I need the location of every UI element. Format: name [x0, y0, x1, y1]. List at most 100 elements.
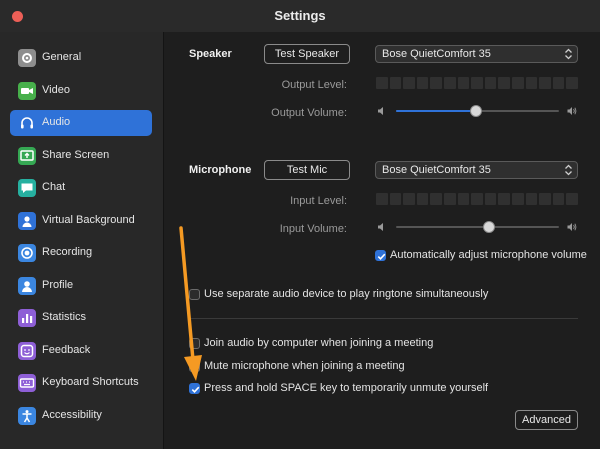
video-camera-icon	[18, 81, 36, 100]
push-to-talk-label: Press and hold SPACE key to temporarily …	[204, 382, 489, 394]
sidebar-item-statistics[interactable]: Statistics	[10, 305, 152, 331]
input-volume-slider[interactable]	[396, 220, 559, 234]
level-segment	[443, 193, 456, 205]
sidebar-item-keyboard-shortcuts[interactable]: Keyboard Shortcuts	[10, 370, 152, 396]
sidebar-item-video[interactable]: Video	[10, 78, 152, 104]
output-volume-slider[interactable]	[396, 104, 559, 118]
sidebar-item-audio[interactable]: Audio	[10, 110, 152, 136]
input-volume-label: Input Volume:	[279, 223, 347, 235]
sidebar-item-label: Statistics	[42, 311, 87, 323]
speaker-section-label: Speaker	[189, 48, 232, 60]
sidebar-item-profile[interactable]: Profile	[10, 273, 152, 299]
level-segment	[416, 77, 429, 89]
level-segment	[484, 193, 497, 205]
volume-low-icon	[378, 223, 383, 231]
level-segment	[566, 77, 578, 89]
level-segment	[376, 193, 388, 205]
sidebar-item-label: General	[42, 51, 82, 63]
slider-knob[interactable]	[469, 105, 482, 117]
sidebar-item-accessibility[interactable]: Accessibility	[10, 403, 152, 429]
accessibility-icon	[18, 406, 36, 425]
level-segment	[552, 193, 565, 205]
chat-bubble-icon	[18, 179, 36, 197]
checkmark-icon	[377, 253, 386, 260]
sidebar-item-label: Feedback	[42, 343, 91, 356]
sidebar-item-virtual-background[interactable]: Virtual Background	[10, 208, 152, 234]
speaker-device-value: Bose QuietComfort 35	[382, 48, 491, 60]
mute-mic-label: Mute microphone when joining a meeting	[204, 360, 405, 372]
level-segment	[511, 193, 524, 205]
auto-adjust-checkbox[interactable]	[375, 250, 386, 261]
test-mic-button[interactable]: Test Mic	[264, 160, 350, 180]
audio-settings-panel: Speaker Test Speaker Bose QuietComfort 3…	[165, 32, 600, 449]
volume-high-icon	[567, 107, 577, 115]
level-segment	[525, 77, 538, 89]
share-screen-icon	[18, 146, 36, 165]
level-segment	[403, 193, 415, 205]
level-segment	[403, 77, 415, 89]
level-segment	[484, 77, 497, 89]
push-to-talk-checkbox[interactable]	[189, 383, 200, 394]
level-segment	[471, 193, 483, 205]
level-segment	[498, 77, 510, 89]
output-level-label: Output Level:	[281, 79, 347, 91]
sidebar-item-feedback[interactable]: Feedback	[10, 338, 152, 364]
sidebar-item-chat[interactable]: Chat	[10, 175, 152, 201]
level-segment	[389, 77, 402, 89]
record-icon	[18, 244, 36, 262]
microphone-section-label: Microphone	[189, 164, 252, 176]
sidebar-item-general[interactable]: General	[10, 45, 152, 71]
sidebar-item-label: Keyboard Shortcuts	[42, 376, 139, 388]
level-segment	[457, 193, 470, 205]
slider-fill	[396, 226, 489, 228]
chevron-updown-icon	[565, 164, 572, 176]
sidebar-item-label: Audio	[42, 116, 71, 128]
volume-high-icon	[567, 223, 577, 231]
sidebar-item-label: Share Screen	[42, 148, 110, 161]
advanced-button[interactable]: Advanced	[515, 410, 578, 430]
profile-icon	[18, 276, 36, 295]
slider-knob[interactable]	[482, 221, 495, 233]
sidebar-item-share-screen[interactable]: Share Screen	[10, 143, 152, 169]
volume-low-icon	[378, 107, 383, 115]
sidebar: General Video Audio Share Screen Chat Virtual…	[0, 32, 164, 449]
test-speaker-button[interactable]: Test Speaker	[264, 44, 350, 64]
level-segment	[389, 193, 402, 205]
level-segment	[511, 77, 524, 89]
auto-adjust-label: Automatically adjust microphone volume	[390, 249, 587, 261]
speaker-device-select[interactable]: Bose QuietComfort 35	[375, 45, 578, 63]
separate-ringtone-checkbox[interactable]	[189, 289, 200, 300]
level-segment	[539, 77, 551, 89]
microphone-device-value: Bose QuietComfort 35	[382, 164, 491, 176]
section-divider	[189, 318, 578, 319]
gear-icon	[18, 49, 36, 67]
sidebar-item-label: Virtual Background	[42, 213, 135, 226]
slider-fill	[396, 110, 476, 112]
keyboard-icon	[18, 374, 36, 392]
sidebar-item-label: Recording	[42, 246, 93, 258]
microphone-device-select[interactable]: Bose QuietComfort 35	[375, 161, 578, 179]
input-level-meter	[376, 193, 578, 205]
sidebar-item-label: Accessibility	[42, 408, 102, 421]
sidebar-item-label: Profile	[42, 278, 74, 291]
sidebar-item-label: Chat	[42, 181, 66, 193]
level-segment	[376, 77, 388, 89]
person-icon	[18, 211, 36, 230]
checkmark-icon	[191, 386, 200, 393]
level-segment	[552, 77, 565, 89]
level-segment	[443, 77, 456, 89]
mute-mic-checkbox[interactable]	[189, 361, 200, 372]
input-level-label: Input Level:	[290, 195, 347, 207]
level-segment	[566, 193, 578, 205]
chevron-updown-icon	[565, 48, 572, 60]
sidebar-item-recording[interactable]: Recording	[10, 240, 152, 266]
join-audio-checkbox[interactable]	[189, 338, 200, 349]
level-segment	[525, 193, 538, 205]
headphones-icon	[18, 114, 36, 132]
window-title: Settings	[274, 8, 326, 23]
level-segment	[498, 193, 510, 205]
level-segment	[430, 77, 442, 89]
title-bar: Settings	[0, 0, 600, 32]
level-segment	[457, 77, 470, 89]
output-volume-label: Output Volume:	[271, 107, 347, 119]
